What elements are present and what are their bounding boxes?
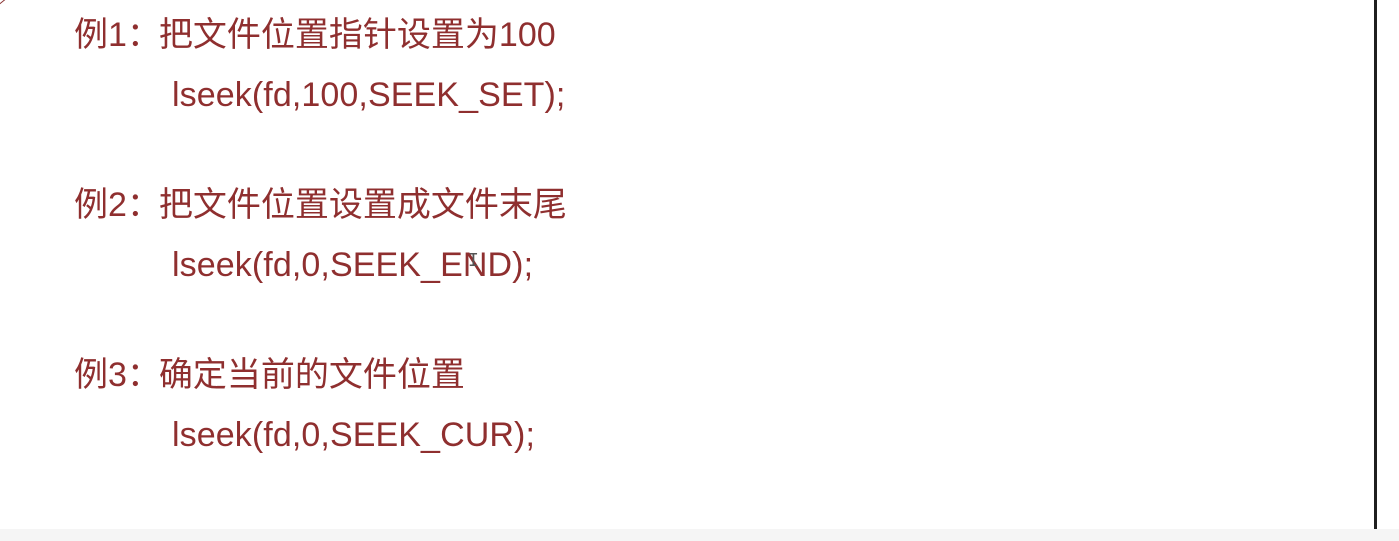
example-2-code: lseek(fd,0,SEEK_END); [172,246,534,284]
example-1-colon: ： [126,16,161,54]
example-3-colon: ： [126,356,161,394]
example-1-label: 例1 [74,16,127,54]
example-2-label: 例2 [74,186,127,224]
example-2-description: 把文件位置设置成文件末尾 [158,186,567,224]
example-1: 例1 ： 把文件位置指针设置为100 lseek(fd,100,SEEK_SET… [74,14,565,116]
right-border-rule [1374,0,1377,541]
example-1-title: 例1 ： 把文件位置指针设置为100 [74,14,565,56]
slide-page: 例1 ： 把文件位置指针设置为100 lseek(fd,100,SEEK_SET… [0,0,1399,541]
example-2-title: 例2 ： 把文件位置设置成文件末尾 [74,184,567,226]
text-cursor-icon: I [468,250,479,271]
example-3-description: 确定当前的文件位置 [158,356,465,394]
corner-decoration-line [0,0,20,9]
example-2: 例2 ： 把文件位置设置成文件末尾 lseek(fd,0,SEEK_END); [74,184,567,286]
example-3-code: lseek(fd,0,SEEK_CUR); [172,416,536,454]
example-3-title: 例3 ： 确定当前的文件位置 [74,354,535,396]
example-3-label: 例3 [74,356,127,394]
bottom-edge-strip [0,529,1399,541]
example-3: 例3 ： 确定当前的文件位置 lseek(fd,0,SEEK_CUR); [74,354,535,456]
example-1-description: 把文件位置指针设置为100 [158,16,556,54]
example-2-colon: ： [126,186,161,224]
example-1-code: lseek(fd,100,SEEK_SET); [172,76,566,114]
